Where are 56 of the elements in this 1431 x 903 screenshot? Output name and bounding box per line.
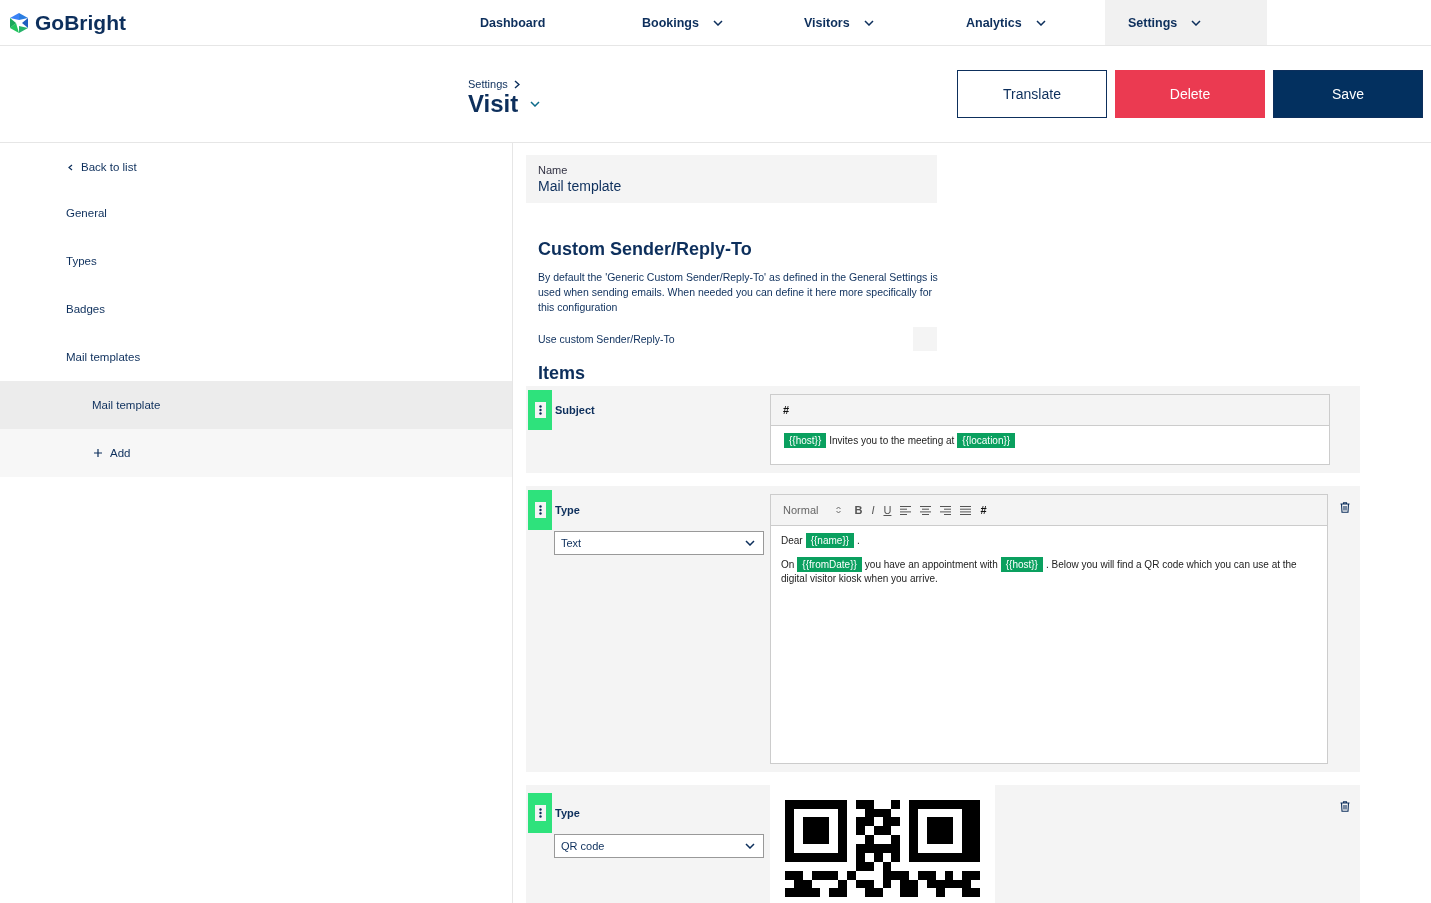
save-button[interactable]: Save: [1273, 70, 1423, 118]
breadcrumb-link[interactable]: Settings: [468, 78, 508, 90]
text-editor[interactable]: Normal B I U # Dear {{name}} . On {{fromDate}} you have an appointment with {{host}} . Below you will find a QR code which you can use at the digital visitor kiosk when you arrive.: [770, 494, 1328, 764]
sidebar-item[interactable]: Types: [0, 237, 512, 285]
item-label: Subject: [555, 404, 595, 416]
item-label: Type: [555, 807, 580, 819]
hash-button[interactable]: #: [980, 504, 987, 516]
nav-tab[interactable]: Visitors: [781, 0, 943, 45]
trash-icon[interactable]: [1340, 502, 1350, 513]
type-select[interactable]: QR code: [554, 834, 764, 858]
sidebar-item[interactable]: General: [0, 189, 512, 237]
editor-paragraph: Dear {{name}} .: [781, 534, 861, 548]
editor-paragraph: {{host}} Invites you to the meeting at {{location}}: [781, 434, 1319, 448]
back-link[interactable]: Back to list: [0, 155, 512, 179]
underline-button[interactable]: U: [883, 504, 892, 516]
toggle-label: Use custom Sender/Reply-To: [538, 333, 675, 345]
action-button[interactable]: Translate: [957, 70, 1107, 118]
sidebar-item[interactable]: Mail templates: [0, 333, 512, 381]
nav-tab[interactable]: Bookings: [619, 0, 781, 45]
hash-button[interactable]: #: [783, 404, 790, 416]
item-label: Type: [555, 504, 580, 516]
nav-tab[interactable]: Analytics: [943, 0, 1105, 45]
description-text: By default the 'Generic Custom Sender/Reply-To' as defined in the General Settings is used when sending emails. When needed you can define it here more specifically for this configuration: [538, 270, 938, 315]
nav-tab[interactable]: Settings: [1105, 0, 1267, 45]
align-right-icon[interactable]: [940, 505, 952, 515]
editor-paragraph: On {{fromDate}} you have an appointment with {{host}} . Below you will find a QR code which you can use at the digital visitor kiosk when you arrive.: [781, 558, 1298, 586]
chevron-right-icon: [513, 79, 520, 89]
drag-handle[interactable]: [528, 390, 552, 430]
chevron-down-icon: [745, 843, 755, 849]
plus-icon: [94, 449, 102, 457]
chevron-down-icon: [745, 540, 755, 546]
text-editor[interactable]: # {{host}} Invites you to the meeting at {{location}}: [770, 394, 1330, 465]
justify-icon[interactable]: [960, 505, 972, 515]
brand-name: GoBright: [35, 10, 126, 35]
page-title: Visit: [468, 90, 519, 118]
align-left-icon[interactable]: [900, 505, 912, 515]
sort-arrows-icon: [836, 506, 842, 514]
delete-button[interactable]: Delete: [1115, 70, 1265, 118]
italic-button[interactable]: I: [871, 504, 875, 516]
format-select[interactable]: Normal: [783, 504, 842, 516]
nav-tab[interactable]: Dashboard: [457, 0, 619, 45]
name-field[interactable]: Name Mail template: [526, 155, 937, 203]
add-button[interactable]: Add: [0, 429, 512, 477]
sidebar-item[interactable]: Mail template: [0, 381, 512, 429]
bold-button[interactable]: B: [854, 504, 863, 516]
trash-icon[interactable]: [1340, 801, 1350, 812]
sidebar-item[interactable]: Badges: [0, 285, 512, 333]
section-heading: Custom Sender/Reply-To: [538, 239, 753, 260]
logo-icon: [8, 11, 30, 34]
chevron-down-icon[interactable]: [530, 101, 541, 107]
section-heading: Items: [538, 363, 587, 384]
drag-handle[interactable]: [528, 793, 552, 833]
drag-handle[interactable]: [528, 490, 552, 530]
align-center-icon[interactable]: [920, 505, 932, 515]
chevron-left-icon: [68, 163, 73, 171]
type-select[interactable]: Text: [554, 531, 764, 555]
